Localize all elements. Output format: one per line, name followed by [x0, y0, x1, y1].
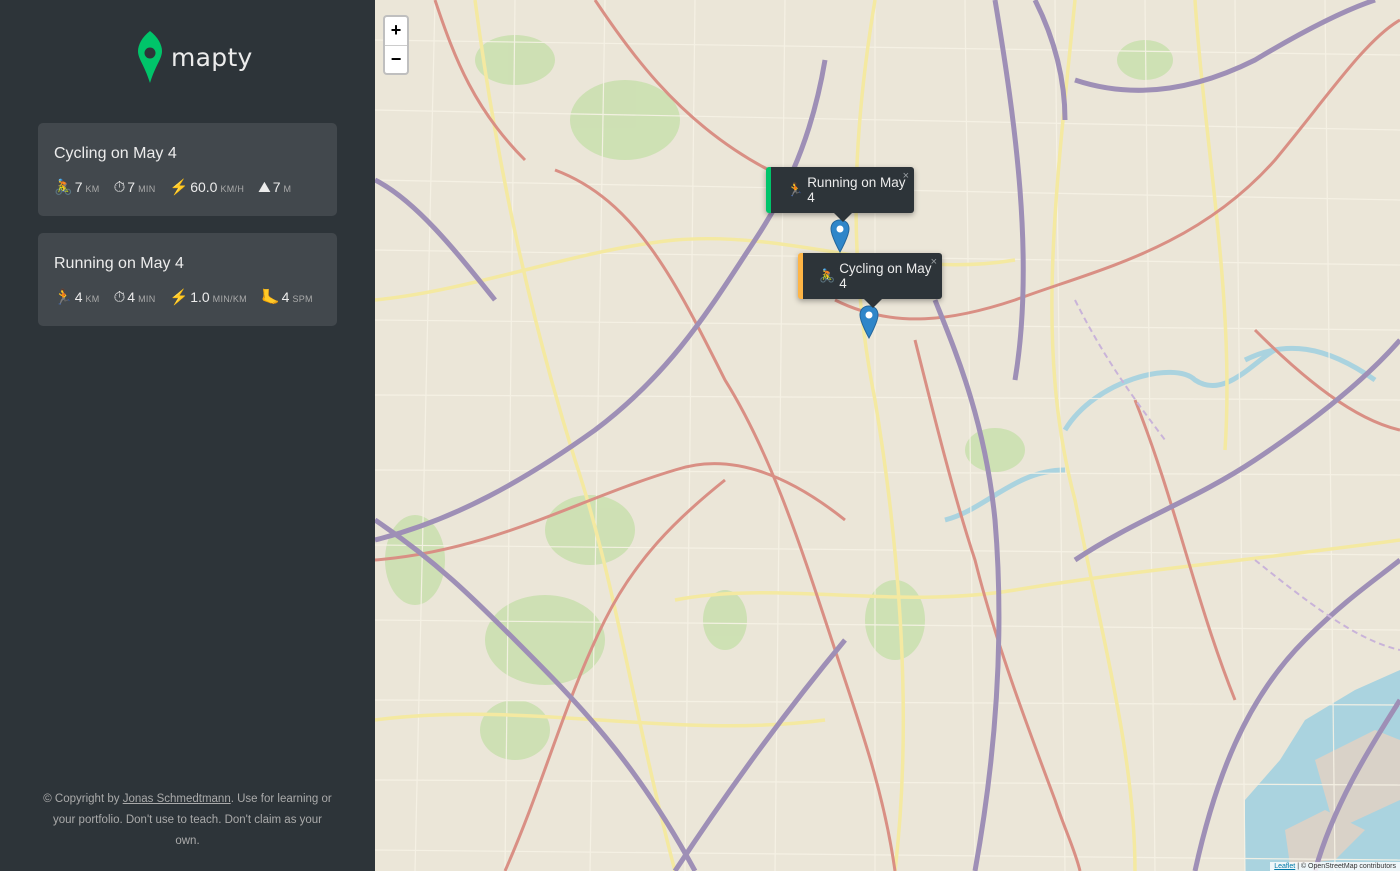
- close-icon[interactable]: ×: [931, 256, 937, 268]
- copyright-prefix: © Copyright by: [43, 793, 123, 805]
- workout-card-running[interactable]: Running on May 4 🏃 4 KM ⏱ 4 MIN ⚡ 1.0 MI…: [38, 233, 337, 326]
- detail-pace: ⚡ 1.0 MIN/KM: [170, 289, 247, 305]
- detail-unit: MIN: [138, 184, 156, 194]
- map-pin-logo-icon: [138, 31, 162, 83]
- sidebar: mapty Cycling on May 4 🚴 7 KM ⏱ 7 MIN ⚡ …: [0, 0, 375, 871]
- map-attribution: Leaflet | © OpenStreetMap contributors: [1270, 862, 1400, 871]
- detail-unit: KM: [85, 184, 100, 194]
- workout-title: Cycling on May 4: [54, 145, 177, 162]
- detail-unit: MIN: [138, 294, 156, 304]
- detail-value: 60.0: [190, 179, 218, 195]
- workout-details: 🚴 7 KM ⏱ 7 MIN ⚡ 60.0 KM/H ⛰ 7 M: [54, 179, 305, 195]
- workout-card-cycling[interactable]: Cycling on May 4 🚴 7 KM ⏱ 7 MIN ⚡ 60.0 K…: [38, 123, 337, 216]
- detail-value: 7: [272, 179, 281, 195]
- detail-value: 1.0: [190, 289, 210, 305]
- detail-speed: ⚡ 60.0 KM/H: [170, 179, 245, 195]
- map-marker-running[interactable]: [830, 219, 850, 253]
- popup-tip: [833, 213, 852, 222]
- detail-elevation: ⛰ 7 M: [258, 179, 291, 195]
- detail-distance: 🏃 4 KM: [54, 289, 100, 305]
- popup-label: Cycling on May 4: [839, 261, 932, 291]
- lightning-icon: ⚡: [169, 179, 189, 196]
- detail-unit: KM/H: [220, 184, 245, 194]
- zoom-out-button[interactable]: −: [385, 45, 407, 73]
- stopwatch-icon: ⏱: [113, 289, 126, 306]
- zoom-control: + −: [383, 15, 409, 75]
- popup-label: Running on May 4: [807, 175, 906, 205]
- zoom-in-button[interactable]: +: [385, 17, 407, 45]
- map-tiles[interactable]: [375, 0, 1400, 871]
- map-marker-cycling[interactable]: [859, 305, 879, 339]
- popup-running[interactable]: 🏃 Running on May 4 ×: [766, 167, 914, 222]
- lightning-icon: ⚡: [169, 289, 189, 306]
- author-link[interactable]: Jonas Schmedtmann: [123, 793, 231, 805]
- logo: mapty: [137, 31, 253, 83]
- detail-cadence: 🦶 4 SPM: [261, 289, 313, 305]
- detail-value: 7: [127, 179, 136, 195]
- copyright: © Copyright by Jonas Schmedtmann. Use fo…: [40, 789, 335, 852]
- running-icon: 🏃: [787, 182, 804, 197]
- workout-details: 🏃 4 KM ⏱ 4 MIN ⚡ 1.0 MIN/KM 🦶 4 SPM: [54, 289, 327, 305]
- popup-tip: [863, 299, 882, 308]
- detail-distance: 🚴 7 KM: [54, 179, 100, 195]
- leaflet-link[interactable]: Leaflet: [1274, 863, 1295, 870]
- cycling-icon: 🚴: [819, 268, 836, 283]
- popup-cycling[interactable]: 🚴 Cycling on May 4 ×: [798, 253, 942, 308]
- detail-duration: ⏱ 7 MIN: [114, 179, 156, 195]
- detail-value: 4: [281, 289, 290, 305]
- detail-value: 4: [74, 289, 83, 305]
- mountain-icon: ⛰: [258, 179, 271, 196]
- attribution-text: | © OpenStreetMap contributors: [1295, 863, 1396, 870]
- cycling-icon: 🚴: [54, 179, 73, 196]
- close-icon[interactable]: ×: [903, 170, 909, 182]
- workout-list: Cycling on May 4 🚴 7 KM ⏱ 7 MIN ⚡ 60.0 K…: [38, 123, 337, 343]
- stopwatch-icon: ⏱: [113, 179, 126, 196]
- running-icon: 🏃: [54, 289, 73, 306]
- detail-unit: KM: [85, 294, 100, 304]
- detail-value: 7: [74, 179, 83, 195]
- detail-unit: SPM: [292, 294, 313, 304]
- map[interactable]: + − 🏃 Running on May 4 × 🚴 Cycling on Ma…: [375, 0, 1400, 871]
- foot-icon: 🦶: [260, 289, 280, 306]
- detail-value: 4: [127, 289, 136, 305]
- detail-duration: ⏱ 4 MIN: [114, 289, 156, 305]
- detail-unit: MIN/KM: [212, 294, 247, 304]
- workout-title: Running on May 4: [54, 255, 184, 272]
- app-name: mapty: [171, 42, 253, 72]
- detail-unit: M: [283, 184, 292, 194]
